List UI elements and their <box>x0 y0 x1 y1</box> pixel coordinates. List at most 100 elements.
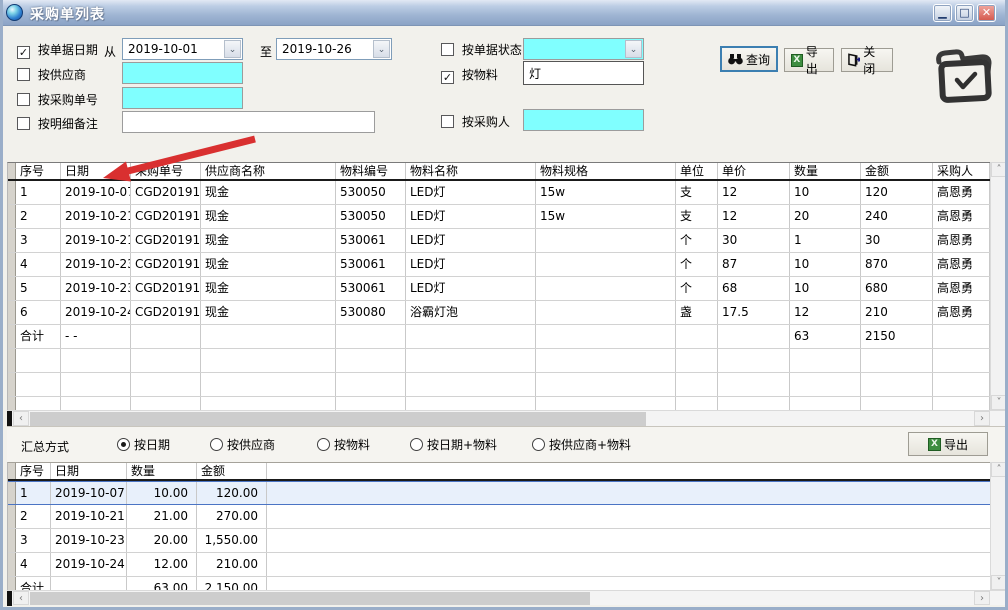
empty-row[interactable] <box>8 397 990 410</box>
filter-by-po[interactable]: 按采购单号 <box>17 91 98 107</box>
query-button[interactable]: 查询 <box>721 47 777 71</box>
column-header-11[interactable]: 金额 <box>861 163 933 179</box>
filter-by-date[interactable]: ✓ 按单据日期 <box>17 41 98 57</box>
table-cell: CGD201910 <box>131 229 201 252</box>
checkbox-by-material[interactable]: ✓ <box>441 71 454 84</box>
column-header-6[interactable]: 物料名称 <box>406 163 536 179</box>
summary-row[interactable]: 42019-10-2412.00210.00 <box>8 553 990 577</box>
title-bar[interactable]: 采购单列表 ▁ □ ✕ <box>0 0 1008 26</box>
export-button-bottom[interactable]: X 导出 <box>908 432 988 456</box>
filter-by-status[interactable]: 按单据状态 <box>441 41 522 57</box>
close-window-button[interactable]: 关闭 <box>841 48 893 72</box>
chevron-down-icon[interactable]: ⌄ <box>625 40 642 58</box>
summary-horizontal-scrollbar[interactable]: ‹ › <box>7 590 1008 605</box>
table-row[interactable]: 32019-10-21CGD201910现金530061LED灯个30130高恩… <box>8 229 990 253</box>
summary-column-header-4[interactable]: 金额 <box>197 463 267 479</box>
radio-5[interactable]: 按供应商+物料 <box>532 436 631 452</box>
radio-dot[interactable] <box>532 438 545 451</box>
radio-dot[interactable] <box>317 438 330 451</box>
column-header-10[interactable]: 数量 <box>790 163 861 179</box>
total-row[interactable]: 合计- -632150 <box>8 325 990 349</box>
table-row[interactable]: 62019-10-24CGD201910现金530080浴霸灯泡盏17.5122… <box>8 301 990 325</box>
column-header-2[interactable]: 日期▲ <box>61 163 131 179</box>
radio-2[interactable]: 按供应商 <box>210 436 275 452</box>
radio-1[interactable]: 按日期 <box>117 436 170 452</box>
minimize-button[interactable]: ▁ <box>933 4 952 22</box>
checkbox-by-buyer[interactable] <box>441 115 454 128</box>
table-row[interactable]: 22019-10-21CGD201910现金530050LED灯15w支1220… <box>8 205 990 229</box>
table-row[interactable]: 52019-10-23CGD201910现金530061LED灯个6810680… <box>8 277 990 301</box>
table-cell: 240 <box>861 205 933 228</box>
radio-dot[interactable] <box>117 438 130 451</box>
empty-row[interactable] <box>8 373 990 397</box>
summary-vertical-scrollbar[interactable]: ˄ ˅ <box>990 462 1006 590</box>
column-header-4[interactable]: 供应商名称 <box>201 163 336 179</box>
checkbox-by-status[interactable] <box>441 43 454 56</box>
remark-input[interactable] <box>122 111 375 133</box>
table-row[interactable]: 12019-10-07CGD201910现金530050LED灯15w支1210… <box>8 181 990 205</box>
splitter-grip[interactable] <box>7 411 12 427</box>
checkbox-by-date[interactable]: ✓ <box>17 46 30 59</box>
column-header-7[interactable]: 物料规格 <box>536 163 676 179</box>
export-button-top[interactable]: X 导出 <box>784 48 834 72</box>
scroll-down-icon[interactable]: ˅ <box>991 395 1007 410</box>
row-header <box>8 553 16 576</box>
summary-column-header-3[interactable]: 数量 <box>127 463 197 479</box>
summary-total-row[interactable]: 合计63.002,150.00 <box>8 577 990 590</box>
column-header-9[interactable]: 单价 <box>718 163 790 179</box>
filter-by-buyer[interactable]: 按采购人 <box>441 113 510 129</box>
filter-by-material[interactable]: ✓ 按物料 <box>441 66 498 82</box>
summary-row[interactable]: 22019-10-2121.00270.00 <box>8 505 990 529</box>
scroll-left-icon[interactable]: ‹ <box>13 411 29 426</box>
summary-column-header-1[interactable]: 序号 <box>16 463 51 479</box>
column-header-1[interactable]: 序号 <box>16 163 61 179</box>
table-cell <box>61 373 131 396</box>
splitter-grip[interactable] <box>7 591 12 606</box>
filter-by-supplier[interactable]: 按供应商 <box>17 66 86 82</box>
scrollbar-thumb[interactable] <box>30 412 646 426</box>
horizontal-scrollbar[interactable]: ‹ › <box>7 410 1008 426</box>
date-to-combobox[interactable]: 2019-10-26 ⌄ <box>276 38 392 60</box>
radio-4[interactable]: 按日期+物料 <box>410 436 497 452</box>
chevron-down-icon[interactable]: ⌄ <box>224 40 241 58</box>
buyer-input[interactable] <box>523 109 644 131</box>
table-cell: 680 <box>861 277 933 300</box>
column-header-8[interactable]: 单位 <box>676 163 718 179</box>
vertical-scrollbar[interactable]: ˄ ˅ <box>990 162 1006 410</box>
column-header-12[interactable]: 采购人 <box>933 163 990 179</box>
filter-by-remark[interactable]: 按明细备注 <box>17 115 98 131</box>
material-input[interactable] <box>523 61 644 85</box>
supplier-input[interactable] <box>122 62 243 84</box>
summary-column-header-2[interactable]: 日期 <box>51 463 127 479</box>
chevron-down-icon[interactable]: ⌄ <box>373 40 390 58</box>
maximize-button[interactable]: □ <box>955 4 974 22</box>
scroll-down-icon[interactable]: ˅ <box>991 575 1007 590</box>
table-cell: 210 <box>861 301 933 324</box>
table-cell: 530050 <box>336 205 406 228</box>
checkbox-by-po[interactable] <box>17 93 30 106</box>
radio-3[interactable]: 按物料 <box>317 436 370 452</box>
close-button[interactable]: ✕ <box>977 4 996 22</box>
scroll-left-icon[interactable]: ‹ <box>13 591 29 605</box>
summary-row[interactable]: 12019-10-0710.00120.00 <box>8 481 990 505</box>
column-header-5[interactable]: 物料编号 <box>336 163 406 179</box>
column-header-3[interactable]: 采购单号 <box>131 163 201 179</box>
scroll-right-icon[interactable]: › <box>974 591 990 605</box>
po-number-input[interactable] <box>122 87 243 109</box>
radio-dot[interactable] <box>410 438 423 451</box>
empty-row[interactable] <box>8 349 990 373</box>
scrollbar-thumb[interactable] <box>30 592 590 605</box>
status-combobox[interactable]: ⌄ <box>523 38 644 60</box>
scroll-up-icon[interactable]: ˄ <box>991 462 1007 477</box>
table-cell: 270.00 <box>197 505 267 528</box>
table-cell: 530050 <box>336 181 406 204</box>
checkbox-by-remark[interactable] <box>17 117 30 130</box>
date-from-combobox[interactable]: 2019-10-01 ⌄ <box>122 38 243 60</box>
scroll-right-icon[interactable]: › <box>974 411 990 426</box>
radio-dot[interactable] <box>210 438 223 451</box>
table-row[interactable]: 42019-10-23CGD201910现金530061LED灯个8710870… <box>8 253 990 277</box>
summary-row[interactable]: 32019-10-2320.001,550.00 <box>8 529 990 553</box>
radio-label: 按日期+物料 <box>427 438 497 452</box>
checkbox-by-supplier[interactable] <box>17 68 30 81</box>
scroll-up-icon[interactable]: ˄ <box>991 162 1007 177</box>
